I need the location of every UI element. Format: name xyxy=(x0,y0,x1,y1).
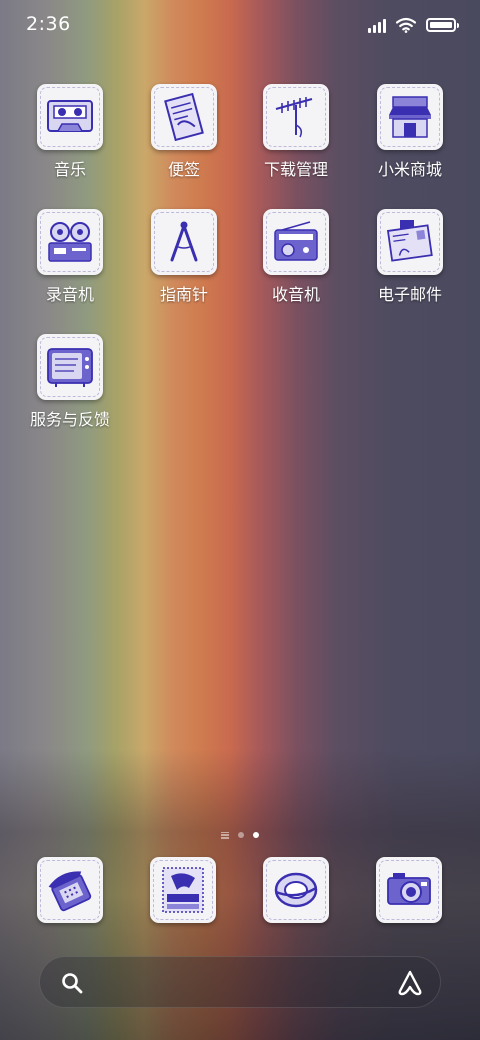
signal-icon xyxy=(368,17,386,33)
orbit-icon xyxy=(263,857,329,923)
dock-stamp[interactable] xyxy=(150,857,216,923)
app-radio[interactable]: 收音机 xyxy=(236,209,356,305)
app-mi-store[interactable]: 小米商城 xyxy=(350,84,470,180)
app-label: 音乐 xyxy=(53,160,86,179)
app-compass[interactable]: 指南针 xyxy=(124,209,244,305)
app-label: 收音机 xyxy=(271,285,320,304)
app-label: 指南针 xyxy=(159,285,208,304)
page-dot-2[interactable] xyxy=(253,832,259,838)
dock-orbit[interactable] xyxy=(263,857,329,923)
reel-recorder-icon xyxy=(37,209,103,275)
app-label: 电子邮件 xyxy=(377,285,442,304)
notepad-icon xyxy=(151,84,217,150)
clock: 2:36 xyxy=(26,13,71,35)
battery-icon xyxy=(426,18,459,32)
antenna-icon xyxy=(263,84,329,150)
app-label: 服务与反馈 xyxy=(29,410,110,429)
page-indicator[interactable] xyxy=(0,829,480,841)
app-email[interactable]: 电子邮件 xyxy=(350,209,470,305)
store-icon xyxy=(377,84,443,150)
telephone-icon xyxy=(37,857,103,923)
battery-fill xyxy=(430,22,452,28)
app-label: 下载管理 xyxy=(263,160,328,179)
stamp-icon xyxy=(150,857,216,923)
search-bar[interactable] xyxy=(39,956,441,1008)
cassette-icon xyxy=(37,84,103,150)
tv-icon xyxy=(37,334,103,400)
app-notes[interactable]: 便签 xyxy=(124,84,244,180)
app-label: 小米商城 xyxy=(377,160,442,179)
page-list-icon[interactable] xyxy=(221,831,229,839)
search-icon[interactable] xyxy=(60,971,84,995)
app-label: 便签 xyxy=(167,160,200,179)
dock-phone[interactable] xyxy=(37,857,103,923)
radio-icon xyxy=(263,209,329,275)
app-downloads[interactable]: 下载管理 xyxy=(236,84,356,180)
camera-icon xyxy=(376,857,442,923)
app-label: 录音机 xyxy=(45,285,94,304)
page-dot-1[interactable] xyxy=(238,832,244,838)
wifi-icon xyxy=(396,17,416,33)
assistant-icon[interactable] xyxy=(396,969,424,997)
letter-icon xyxy=(377,209,443,275)
compass-icon xyxy=(151,209,217,275)
status-bar: 2:36 xyxy=(0,0,480,50)
app-music[interactable]: 音乐 xyxy=(10,84,130,180)
app-service-feedback[interactable]: 服务与反馈 xyxy=(10,334,130,430)
status-icons xyxy=(368,14,459,36)
app-recorder[interactable]: 录音机 xyxy=(10,209,130,305)
dock-camera[interactable] xyxy=(376,857,442,923)
